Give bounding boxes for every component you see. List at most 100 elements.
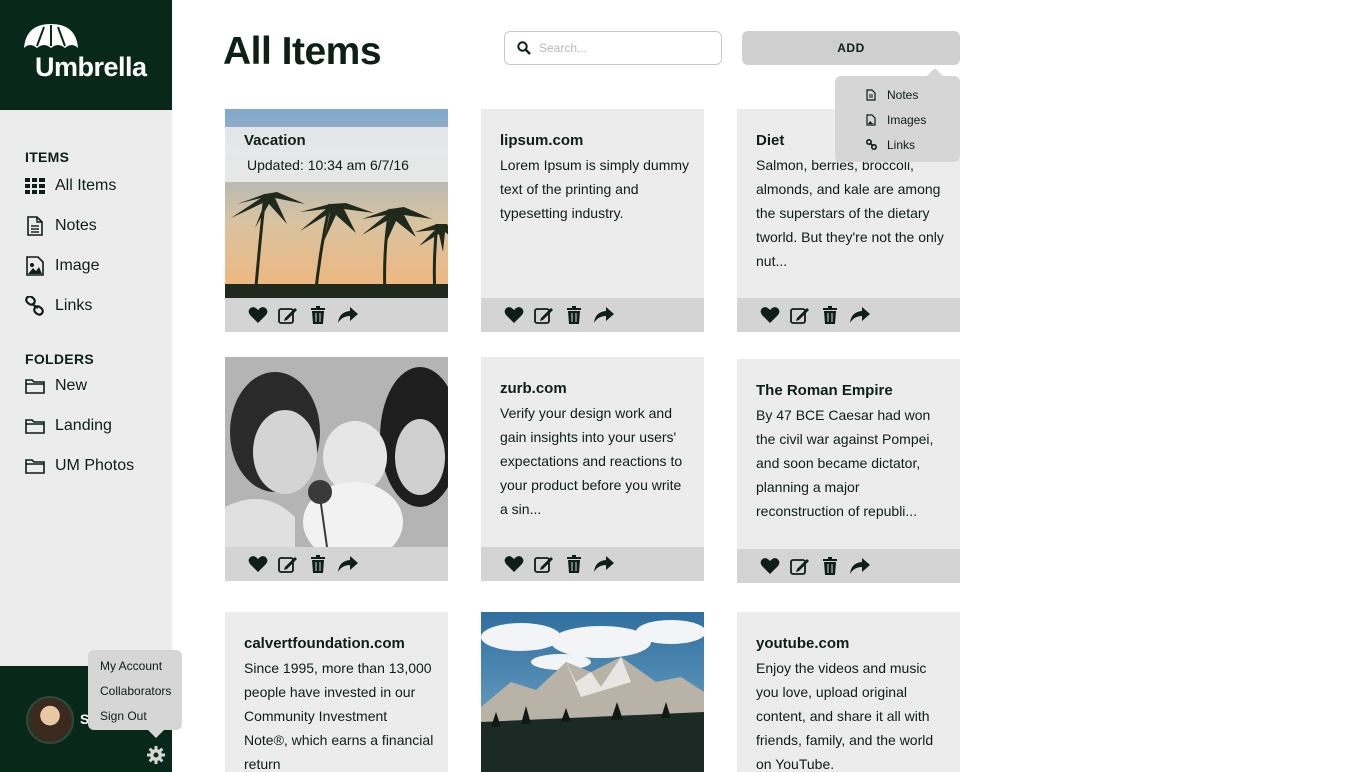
sidebar-folder-new[interactable]: New [25,374,87,398]
trash-icon[interactable] [819,304,841,326]
grid-icon [25,176,45,196]
sidebar-folder-label: Landing [55,417,112,434]
account-menu: My Account Collaborators Sign Out [88,650,182,738]
menu-item-collaborators[interactable]: Collaborators [88,679,182,704]
search-box[interactable] [504,31,722,65]
card-body: Salmon, berries, broccoli, almonds, and … [756,157,944,269]
search-input[interactable] [539,41,709,55]
trash-icon[interactable] [563,553,585,575]
sidebar-item-links[interactable]: Links [25,294,92,318]
add-menu-notes[interactable]: Notes [835,82,960,107]
family-photo [225,357,448,547]
add-menu-label: Notes [887,87,919,102]
mountain-landscape-photo [481,612,704,772]
heart-icon[interactable] [247,553,269,575]
share-icon[interactable] [337,553,359,575]
add-menu-label: Images [887,112,927,127]
gear-icon[interactable] [147,746,165,764]
edit-icon[interactable] [533,553,555,575]
card-title: Diet [756,132,785,149]
umbrella-icon [24,24,78,48]
card-title: Vacation [244,132,306,149]
items-section-header: ITEMS [25,149,70,165]
folders-section-header: FOLDERS [25,351,94,367]
add-menu-images[interactable]: Images [835,107,960,132]
sidebar-item-label: Notes [55,217,97,234]
card-title: calvertfoundation.com [244,635,405,652]
card-body: Verify your design work and gain insight… [500,405,683,517]
link-icon [25,296,45,316]
trash-icon[interactable] [307,304,329,326]
card-actions [225,547,448,581]
share-icon[interactable] [337,304,359,326]
card-mountain-photo[interactable] [481,612,704,772]
folder-icon [25,416,45,436]
card-lipsum[interactable]: lipsum.com Lorem Ipsum is simply dummy t… [481,109,704,332]
trash-icon[interactable] [307,553,329,575]
card-body: Since 1995, more than 13,000 people have… [244,660,434,772]
add-menu-links[interactable]: Links [835,132,960,157]
edit-icon[interactable] [533,304,555,326]
card-vacation[interactable]: Vacation Updated: 10:34 am 6/7/16 [225,109,448,332]
share-icon[interactable] [593,304,615,326]
heart-icon[interactable] [503,304,525,326]
sidebar-folder-label: New [55,377,88,394]
card-body: Lorem Ipsum is simply dummy text of the … [500,157,690,221]
sidebar-item-notes[interactable]: Notes [25,214,97,238]
menu-item-sign-out[interactable]: Sign Out [88,704,182,729]
edit-icon[interactable] [789,555,811,577]
heart-icon[interactable] [759,555,781,577]
avatar[interactable] [26,696,74,744]
card-body: By 47 BCE Caesar had won the civil war a… [756,407,934,519]
folder-icon [25,376,45,396]
document-icon [866,88,878,101]
share-icon[interactable] [849,555,871,577]
image-icon [25,256,45,276]
card-title: lipsum.com [500,132,584,149]
search-icon [517,41,531,55]
sidebar-folder-um-photos[interactable]: UM Photos [25,454,134,478]
card-calvertfoundation[interactable]: calvertfoundation.com Since 1995, more t… [225,612,448,772]
heart-icon[interactable] [503,553,525,575]
share-icon[interactable] [593,553,615,575]
card-title: zurb.com [500,380,567,397]
page-title: All Items [223,30,382,73]
card-title: The Roman Empire [756,382,893,399]
card-roman-empire[interactable]: The Roman Empire By 47 BCE Caesar had wo… [737,359,960,583]
card-actions [481,547,704,581]
trash-icon[interactable] [819,555,841,577]
edit-icon[interactable] [789,304,811,326]
sidebar-item-label: All Items [55,177,117,194]
sidebar-item-image[interactable]: Image [25,254,99,278]
add-menu: Notes Images Links [835,68,960,162]
card-actions [737,298,960,332]
edit-icon[interactable] [277,304,299,326]
sidebar-folder-label: UM Photos [55,457,135,474]
folder-icon [25,456,45,476]
add-button[interactable]: ADD [742,31,960,65]
logo[interactable]: Umbrella [0,0,172,110]
card-youtube[interactable]: youtube.com Enjoy the videos and music y… [737,612,960,772]
card-actions [481,298,704,332]
document-icon [25,216,45,236]
card-body: Enjoy the videos and music you love, upl… [756,660,934,772]
card-actions [225,298,448,332]
image-icon [866,113,878,126]
add-menu-label: Links [887,137,916,152]
sidebar-folder-landing[interactable]: Landing [25,414,112,438]
brand-name: Umbrella [35,52,147,82]
card-title: youtube.com [756,635,850,652]
card-zurb[interactable]: zurb.com Verify your design work and gai… [481,357,704,581]
card-updated: Updated: 10:34 am 6/7/16 [247,157,409,173]
edit-icon[interactable] [277,553,299,575]
trash-icon[interactable] [563,304,585,326]
sidebar-item-label: Image [55,257,100,274]
menu-item-my-account[interactable]: My Account [88,654,182,679]
card-family-photo[interactable] [225,357,448,581]
card-actions [737,549,960,583]
share-icon[interactable] [849,304,871,326]
sidebar-item-all-items[interactable]: All Items [25,174,116,198]
heart-icon[interactable] [759,304,781,326]
sidebar-item-label: Links [55,297,93,314]
heart-icon[interactable] [247,304,269,326]
